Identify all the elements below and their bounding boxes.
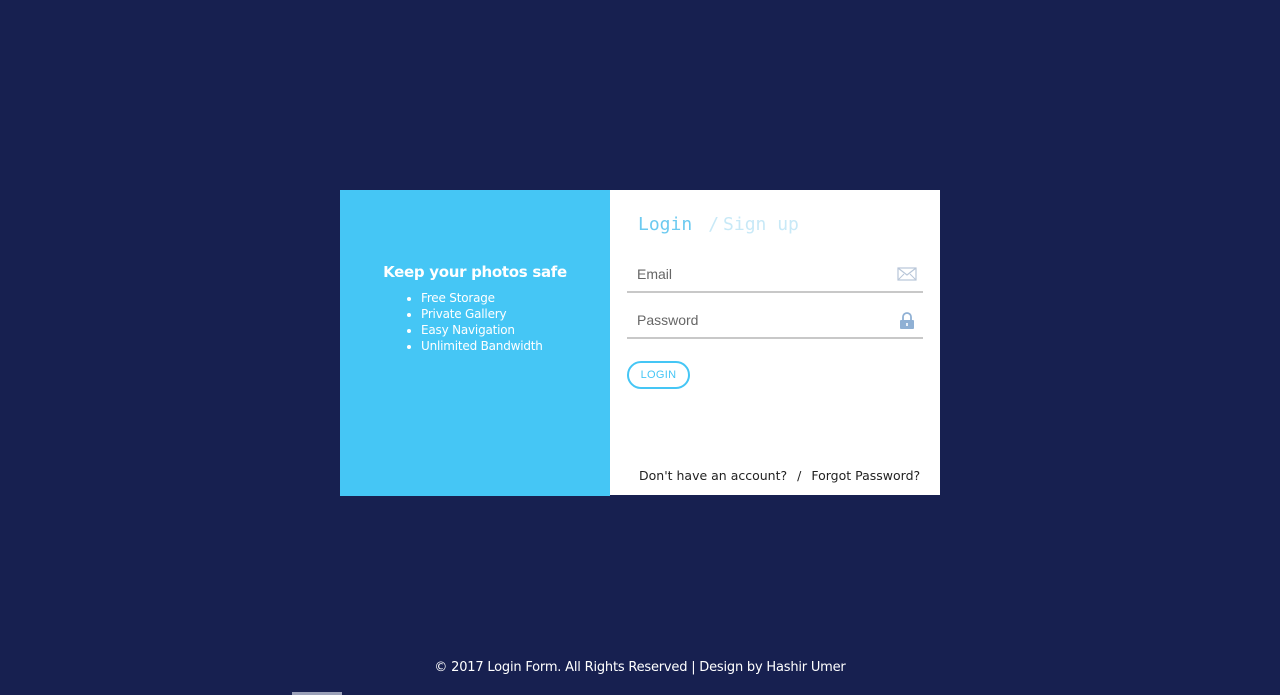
- feature-item: Unlimited Bandwidth: [421, 338, 610, 354]
- promo-title: Keep your photos safe: [383, 263, 567, 281]
- form-panel: Login / Sign up Email LOGIN Don't have a…: [610, 190, 940, 495]
- signup-link[interactable]: Don't have an account?: [639, 468, 787, 483]
- password-input[interactable]: [627, 305, 877, 335]
- tab-signup[interactable]: Sign up: [723, 214, 799, 235]
- feature-item: Free Storage: [421, 290, 610, 306]
- promo-panel: Keep your photos safe Free Storage Priva…: [340, 190, 610, 496]
- feature-list: Free Storage Private Gallery Easy Naviga…: [340, 290, 610, 354]
- lock-icon: [897, 312, 917, 329]
- envelope-icon: [897, 266, 917, 282]
- login-button[interactable]: LOGIN: [627, 361, 690, 389]
- forgot-password-link[interactable]: Forgot Password?: [811, 468, 920, 483]
- tab-separator: /: [708, 214, 720, 235]
- account-links: Don't have an account? / Forgot Password…: [639, 468, 920, 483]
- footer-copyright: © 2017 Login Form. All Rights Reserved |…: [434, 660, 846, 675]
- email-input[interactable]: [627, 259, 877, 289]
- tab-login[interactable]: Login: [638, 214, 692, 235]
- links-separator: /: [797, 468, 802, 483]
- feature-item: Private Gallery: [421, 306, 610, 322]
- feature-item: Easy Navigation: [421, 322, 610, 338]
- email-field: [627, 259, 923, 293]
- login-card: Keep your photos safe Free Storage Priva…: [340, 190, 940, 496]
- password-field: [627, 305, 923, 339]
- auth-tabs: Login / Sign up: [638, 214, 799, 235]
